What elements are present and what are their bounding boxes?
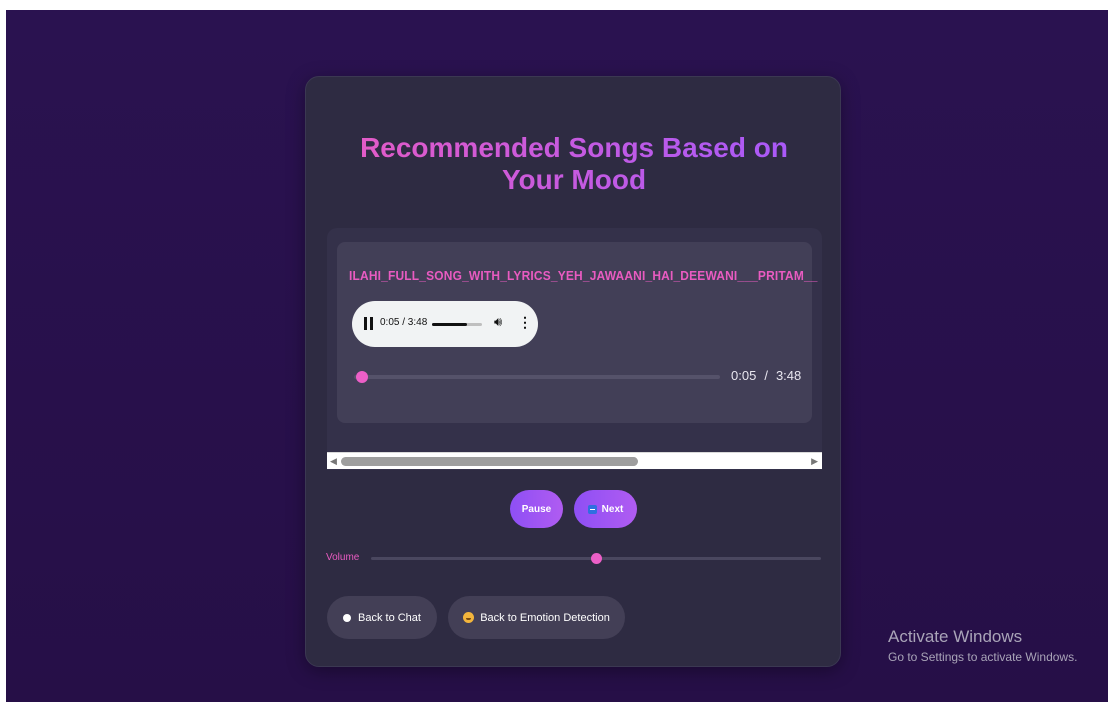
song-title: ILAHI_FULL_SONG_WITH_LYRICS_YEH_JAWAANI_…	[349, 268, 818, 283]
native-audio-control[interactable]: 0:05 / 3:48 🔊︎ ⋮	[352, 301, 538, 347]
player-scroll-container: ILAHI_FULL_SONG_WITH_LYRICS_YEH_JAWAANI_…	[327, 228, 822, 470]
watermark-subtitle: Go to Settings to activate Windows.	[888, 650, 1078, 664]
scrollbar-thumb[interactable]	[341, 457, 638, 466]
back-to-emotion-label: Back to Emotion Detection	[480, 611, 610, 624]
time-separator: /	[764, 368, 768, 383]
smiley-icon	[463, 612, 475, 623]
duration: 3:48	[775, 368, 802, 383]
playback-controls: Pause Next	[306, 490, 842, 528]
recommendation-card: Recommended Songs Based on Your Mood ILA…	[305, 76, 841, 667]
song-player: ILAHI_FULL_SONG_WITH_LYRICS_YEH_JAWAANI_…	[337, 242, 818, 423]
back-to-chat-label: Back to Chat	[358, 611, 421, 624]
pause-button[interactable]: Pause	[510, 490, 563, 528]
time-readout: 0:05 / 3:48	[731, 368, 801, 383]
current-time: 0:05	[731, 368, 757, 383]
chat-bubble-icon	[343, 613, 351, 622]
pause-icon[interactable]	[364, 317, 376, 331]
next-icon	[587, 504, 597, 514]
next-button-label: Next	[601, 503, 624, 515]
native-volume-fill	[432, 323, 467, 326]
app-background: Recommended Songs Based on Your Mood ILA…	[6, 10, 1108, 702]
more-options-icon[interactable]: ⋮	[518, 314, 532, 331]
next-button[interactable]: Next	[574, 490, 637, 528]
song-progress-slider[interactable]	[354, 371, 720, 383]
volume-icon[interactable]: 🔊︎	[494, 314, 502, 330]
scroll-right-icon[interactable]: ▶	[811, 456, 818, 467]
progress-thumb[interactable]	[356, 371, 369, 383]
volume-label: Volume	[326, 552, 360, 563]
native-time-readout: 0:05 / 3:48	[380, 317, 428, 328]
back-to-emotion-detection-button[interactable]: Back to Emotion Detection	[448, 596, 625, 639]
volume-thumb[interactable]	[591, 553, 602, 564]
windows-activation-watermark: Activate Windows Go to Settings to activ…	[888, 627, 1077, 664]
scroll-left-icon[interactable]: ◀	[330, 456, 337, 467]
native-volume-slider[interactable]	[432, 323, 482, 326]
page-title: Recommended Songs Based on Your Mood	[306, 132, 842, 196]
watermark-title: Activate Windows	[888, 627, 1023, 646]
horizontal-scrollbar[interactable]: ◀ ▶	[327, 452, 822, 469]
volume-slider[interactable]	[371, 553, 821, 564]
back-to-chat-button[interactable]: Back to Chat	[327, 596, 437, 639]
